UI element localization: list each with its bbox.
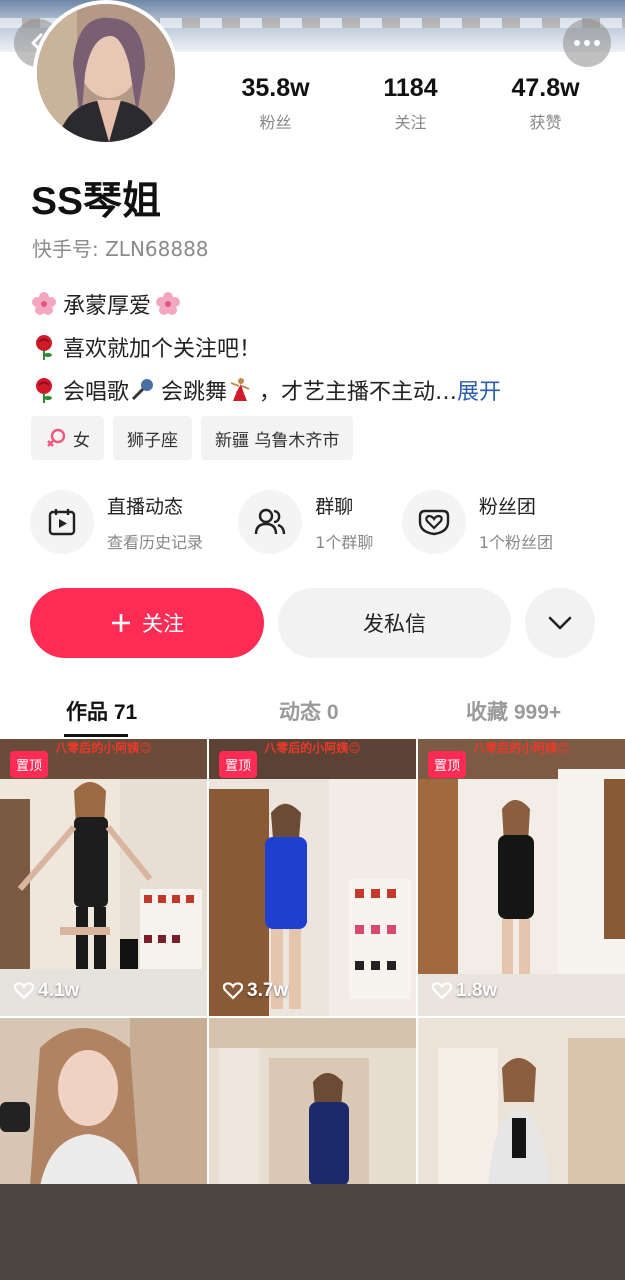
stat-value: 1184: [383, 74, 438, 102]
act-title: 直播动态: [107, 495, 184, 518]
bio-text: 喜欢就加个关注吧！: [63, 336, 262, 362]
act-subtitle: 查看历史记录: [107, 532, 204, 552]
rose-icon: [36, 334, 52, 360]
avatar[interactable]: [33, 0, 179, 146]
act-subtitle: 1个粉丝团: [478, 532, 554, 552]
pinned-badge: 置顶: [10, 751, 49, 778]
pinned-badge: 置顶: [428, 751, 467, 778]
bio-text: 会跳舞: [161, 379, 228, 405]
video-image: [0, 1018, 207, 1186]
video-thumbnail[interactable]: 八零后的小阿姨😊 置顶 3.7w: [209, 739, 416, 1016]
bottom-overlay-bar: [0, 1184, 625, 1280]
profile-bio: 承蒙厚爱 喜欢就加个关注吧！ 会唱歌 会跳舞 ，才艺主播不主动… 展开: [31, 282, 611, 411]
cherry-blossom-icon: [32, 291, 56, 315]
message-button[interactable]: 发私信: [278, 588, 511, 658]
tag-text: 女: [73, 430, 90, 451]
act-subtitle: 1个群聊: [315, 532, 374, 552]
dancer-icon: [230, 377, 250, 401]
tab-favorites[interactable]: 收藏 999+: [466, 696, 561, 726]
stat-likes[interactable]: 47.8w 获赞: [486, 74, 606, 133]
stat-value: 35.8w: [241, 74, 310, 102]
act-title: 粉丝团: [478, 495, 536, 518]
profile-stats: 35.8w 粉丝 1184 关注 47.8w 获赞: [208, 74, 613, 133]
profile-actions: 直播动态 查看历史记录 群聊 1个群聊 粉丝团 1个粉丝团: [30, 490, 610, 554]
video-caption: 八零后的小阿姨😊: [55, 741, 152, 755]
expand-bio-link[interactable]: 展开: [457, 374, 501, 406]
tab-works[interactable]: 作品 71: [66, 696, 137, 726]
cherry-blossom-icon: [156, 291, 181, 315]
like-count-text: 3.7w: [247, 980, 289, 1001]
more-button[interactable]: [563, 19, 611, 67]
more-options-button[interactable]: [525, 588, 595, 658]
live-history-entry[interactable]: 直播动态 查看历史记录: [30, 490, 238, 554]
avatar-image: [37, 4, 175, 142]
bio-text: 承蒙厚爱: [63, 293, 152, 319]
fan-club-heart-icon: [418, 509, 450, 536]
video-image: [209, 739, 416, 1016]
tab-moments[interactable]: 动态 0: [279, 696, 339, 726]
act-icon-wrap: [30, 490, 94, 554]
bio-text: 会唱歌: [63, 379, 130, 405]
stat-label: 获赞: [529, 113, 562, 132]
bio-line: 喜欢就加个关注吧！: [31, 325, 611, 368]
kuaishou-id[interactable]: 快手号: ZLN68888: [32, 233, 209, 262]
tag-location: 新疆 乌鲁木齐市: [201, 416, 354, 460]
like-count-text: 1.8w: [456, 980, 498, 1001]
heart-icon: [223, 982, 243, 1000]
calendar-play-icon: [48, 509, 76, 536]
stat-following[interactable]: 1184 关注: [351, 74, 471, 133]
video-image: [418, 739, 625, 1016]
video-caption: 八零后的小阿姨😊: [264, 741, 361, 755]
video-image: [0, 739, 207, 1016]
fan-club-entry[interactable]: 粉丝团 1个粉丝团: [401, 490, 610, 554]
plus-icon: [112, 614, 130, 632]
tag-text: 新疆 乌鲁木齐市: [215, 430, 340, 451]
video-caption: 八零后的小阿姨😊: [473, 741, 570, 755]
video-image: [418, 1018, 625, 1186]
bio-line: 承蒙厚爱: [31, 282, 611, 325]
active-tab-indicator: [64, 734, 128, 737]
tag-zodiac: 狮子座: [113, 416, 192, 460]
profile-name: SS琴姐: [31, 180, 162, 223]
stat-label: 关注: [394, 113, 427, 132]
content-tabs: 作品 71 动态 0 收藏 999+: [0, 690, 625, 738]
video-grid: 八零后的小阿姨😊 置顶 4.1w 八零后的小阿姨😊 置顶 3.7w 八零后的小阿…: [0, 739, 625, 1186]
follow-button[interactable]: 关注: [30, 588, 264, 658]
pinned-badge: 置顶: [219, 751, 258, 778]
microphone-icon: [131, 378, 154, 400]
message-label: 发私信: [363, 612, 426, 636]
video-thumbnail[interactable]: 八零后的小阿姨😊 置顶 4.1w: [0, 739, 207, 1016]
act-title: 群聊: [315, 495, 354, 518]
female-icon: [47, 428, 66, 447]
bio-text: ，才艺主播不主动…: [259, 379, 458, 405]
stat-label: 粉丝: [259, 113, 292, 132]
video-thumbnail[interactable]: [209, 1018, 416, 1186]
tag-text: 狮子座: [127, 430, 178, 451]
like-count-text: 4.1w: [38, 980, 80, 1001]
video-thumbnail[interactable]: [0, 1018, 207, 1186]
like-count: 3.7w: [223, 980, 288, 1002]
like-count: 1.8w: [432, 980, 497, 1002]
group-chat-entry[interactable]: 群聊 1个群聊: [238, 490, 402, 554]
chevron-down-icon: [548, 616, 572, 630]
tag-gender: 女: [31, 416, 104, 460]
rose-icon: [36, 377, 52, 403]
video-image: [209, 1018, 416, 1186]
follow-label: 关注: [142, 612, 184, 636]
like-count: 4.1w: [14, 980, 79, 1002]
stat-followers[interactable]: 35.8w 粉丝: [216, 74, 336, 133]
heart-icon: [432, 982, 452, 1000]
stat-value: 47.8w: [511, 74, 580, 102]
primary-buttons: 关注 发私信: [30, 588, 595, 658]
act-icon-wrap: [401, 490, 466, 554]
profile-tags: 女 狮子座 新疆 乌鲁木齐市: [31, 416, 354, 460]
bio-line: 会唱歌 会跳舞 ，才艺主播不主动… 展开: [31, 368, 611, 411]
act-icon-wrap: [238, 490, 303, 554]
video-thumbnail[interactable]: [418, 1018, 625, 1186]
heart-icon: [14, 982, 34, 1000]
video-thumbnail[interactable]: 八零后的小阿姨😊 置顶 1.8w: [418, 739, 625, 1016]
more-dots-icon: [574, 40, 600, 46]
group-chat-icon: [254, 508, 286, 535]
